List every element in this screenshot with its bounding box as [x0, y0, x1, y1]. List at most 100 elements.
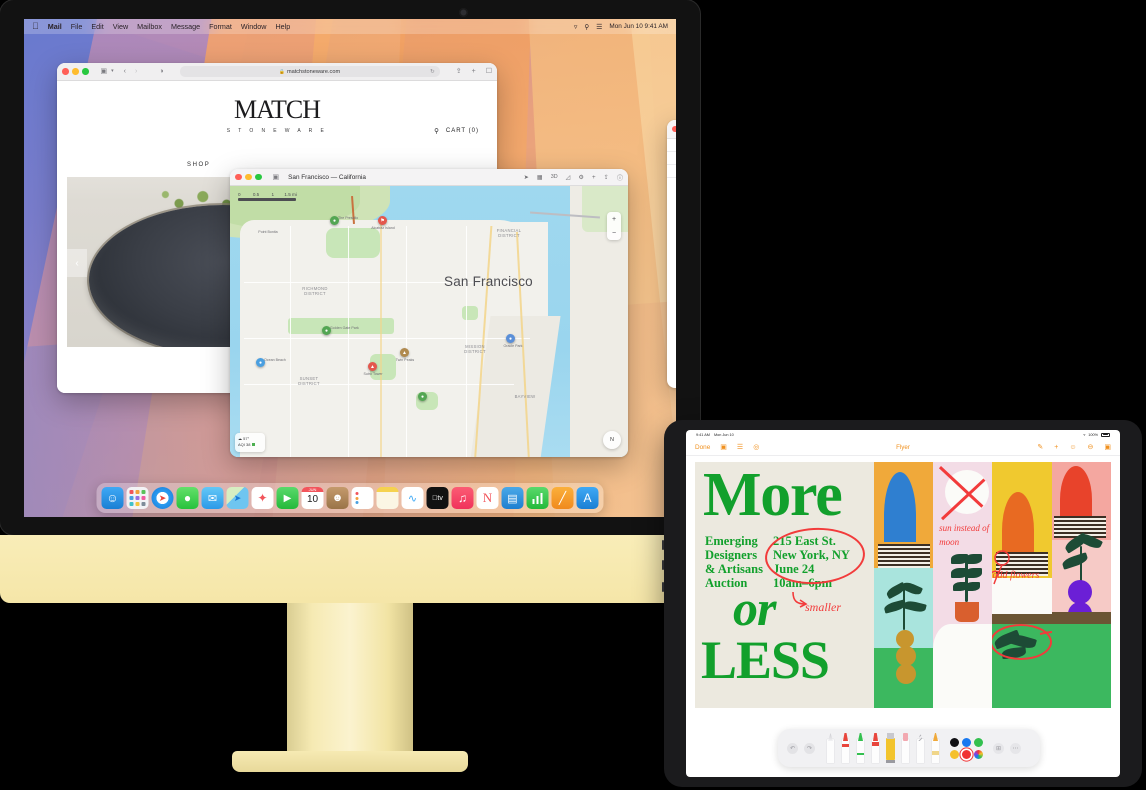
- maps-toolbar[interactable]: ➤ ▦ 3D ◿ ⚙ + ⇪ ⓘ: [524, 173, 623, 182]
- carousel-prev-button[interactable]: ‹: [67, 249, 87, 277]
- close-button[interactable]: [62, 68, 69, 75]
- swatch-black[interactable]: [950, 737, 959, 747]
- ipad-power-button[interactable]: [662, 582, 664, 592]
- macos-menu-bar[interactable]:  Mail File Edit View Mailbox Message Fo…: [24, 19, 676, 34]
- menu-item-mailbox[interactable]: Mailbox: [137, 22, 162, 31]
- tool-crayon[interactable]: [871, 733, 880, 763]
- zoom-icon[interactable]: ⊖: [1088, 443, 1094, 451]
- map-weather-badge[interactable]: ☁ 57° AQI 38: [235, 433, 265, 452]
- tool-pencil[interactable]: [931, 733, 940, 763]
- markup-toolbar[interactable]: ↶ ↷ ⊞ ⋯: [778, 729, 1040, 767]
- reload-icon[interactable]: ↻: [430, 69, 435, 75]
- menu-item-message[interactable]: Message: [171, 22, 200, 31]
- zoom-in-button[interactable]: +: [612, 216, 616, 223]
- menu-item-view[interactable]: View: [113, 22, 128, 31]
- mail-body[interactable]: Hi Ashley, Nice job on the flyer. I have…: [667, 178, 676, 234]
- maximize-button[interactable]: [255, 173, 262, 181]
- mail-titlebar[interactable]: ➤ ▦▾ ↶ 📎 ▣ Aa ☺ ◫▾ ◉: [667, 120, 676, 139]
- swatch-green[interactable]: [974, 737, 983, 747]
- dock-item-news[interactable]: N: [476, 487, 499, 509]
- map-pin-sutro[interactable]: ▲: [368, 362, 377, 371]
- menu-bar-clock[interactable]: Mon Jun 10 9:41 AM: [609, 23, 668, 30]
- dock-item-apple-tv[interactable]: tv: [426, 487, 449, 509]
- close-button[interactable]: [235, 173, 242, 181]
- dock-item-reminders[interactable]: [351, 487, 374, 509]
- menu-item-help[interactable]: Help: [275, 22, 290, 31]
- ipad-volume-down-button[interactable]: [662, 560, 664, 570]
- undo-icon[interactable]: ↶: [787, 742, 798, 754]
- chevron-down-icon[interactable]: ▾: [111, 69, 114, 74]
- cart-label[interactable]: CART (0): [446, 128, 479, 134]
- collaborate-icon[interactable]: ☺: [1069, 444, 1076, 451]
- maximize-button[interactable]: [82, 68, 89, 75]
- dock-item-safari[interactable]: ➤: [151, 487, 174, 509]
- color-swatches[interactable]: [950, 737, 983, 759]
- dock-item-photos[interactable]: ✦: [251, 487, 274, 509]
- sidebar-icon[interactable]: ▣: [273, 174, 280, 181]
- list-icon[interactable]: ☰: [737, 443, 743, 451]
- window-controls[interactable]: [235, 173, 262, 181]
- ipad-flyer-canvas[interactable]: More Emerging Designers & Artisans Aucti…: [695, 462, 1111, 708]
- mail-cc-field[interactable]: Cc:: [667, 152, 676, 165]
- plus-icon[interactable]: +: [472, 68, 476, 75]
- menu-item-format[interactable]: Format: [209, 22, 232, 31]
- cart-area[interactable]: ⚲ CART (0): [434, 127, 479, 135]
- markup-icon[interactable]: ✎: [1037, 443, 1043, 451]
- add-shape-icon[interactable]: ⊞: [993, 742, 1004, 754]
- done-button[interactable]: Done: [695, 444, 710, 451]
- dock-item-mail[interactable]: ✉: [201, 487, 224, 509]
- swatch-yellow[interactable]: [950, 749, 959, 759]
- wifi-icon[interactable]: ▿: [574, 23, 578, 31]
- dock-item-numbers[interactable]: [526, 487, 549, 509]
- map-compass[interactable]: N: [603, 431, 621, 449]
- macos-dock[interactable]: ☺ ➤ ● ✉ ➤ ✦ ▶ JUN 10 ☻ ∿ tv ♫ N ▤ ╱ A: [96, 483, 604, 513]
- menu-item-edit[interactable]: Edit: [91, 22, 103, 31]
- dock-item-facetime[interactable]: ▶: [276, 487, 299, 509]
- more-options-icon[interactable]: ⋯: [1010, 742, 1021, 754]
- swatch-blue[interactable]: [962, 737, 971, 747]
- dock-item-messages[interactable]: ●: [176, 487, 199, 509]
- tool-eraser[interactable]: [901, 733, 910, 763]
- look-around-icon[interactable]: ▦: [537, 174, 543, 181]
- close-button[interactable]: [672, 125, 676, 133]
- search-icon[interactable]: ⚲: [434, 127, 440, 135]
- swatch-red-selected[interactable]: [962, 749, 971, 759]
- map-canvas[interactable]: 0 0.5 1 1.5 mi San Francisco RICHMOND DI…: [230, 186, 628, 457]
- apple-menu-icon[interactable]: : [32, 22, 39, 31]
- chevron-right-icon[interactable]: ›: [135, 68, 137, 75]
- info-icon[interactable]: ⓘ: [617, 173, 623, 182]
- address-bar[interactable]: 🔒 matchstoneware.com ↻: [179, 66, 440, 77]
- menu-item-window[interactable]: Window: [241, 22, 267, 31]
- share-icon[interactable]: ⇪: [456, 68, 462, 75]
- dock-item-maps[interactable]: ➤: [226, 487, 249, 509]
- swatch-color-wheel[interactable]: [974, 749, 983, 759]
- mail-subject-field[interactable]: Subject: Flyer feedback: [667, 165, 676, 178]
- tool-highlighter[interactable]: [856, 733, 865, 763]
- mail-to-field[interactable]: To: Ashley Kamin ▾: [667, 139, 676, 152]
- reader-view-icon[interactable]: ◑: [159, 68, 163, 75]
- binoculars-icon[interactable]: ◿: [566, 174, 571, 181]
- map-zoom-controls[interactable]: + −: [607, 212, 621, 240]
- tool-marker[interactable]: [841, 733, 850, 763]
- sidebar-icon[interactable]: ▣: [720, 443, 727, 451]
- ipad-toolbar-right[interactable]: ✎ + ☺ ⊖ ▣: [1037, 443, 1111, 452]
- zoom-out-button[interactable]: −: [612, 230, 616, 237]
- window-controls[interactable]: [62, 68, 89, 75]
- dock-item-launchpad[interactable]: [126, 487, 149, 509]
- share-icon[interactable]: ➤: [524, 174, 529, 181]
- pointer-icon[interactable]: ◎: [753, 443, 759, 451]
- settings-icon[interactable]: ⚙: [578, 174, 584, 181]
- insert-icon[interactable]: +: [1054, 444, 1058, 451]
- redo-icon[interactable]: ↷: [804, 742, 815, 754]
- safari-titlebar[interactable]: ▣ ▾ ‹ › ◑ 🔒 matchstoneware.com ↻ ⇪ + ☐: [57, 63, 497, 81]
- maps-titlebar[interactable]: ▣ San Francisco — California ➤ ▦ 3D ◿ ⚙ …: [230, 169, 628, 186]
- plus-icon[interactable]: +: [592, 174, 596, 181]
- tab-overview-icon[interactable]: ☐: [486, 68, 492, 75]
- dock-item-contacts[interactable]: ☻: [326, 487, 349, 509]
- dock-item-freeform[interactable]: ∿: [401, 487, 424, 509]
- dock-item-app-store[interactable]: A: [576, 487, 599, 509]
- mail-compose-window[interactable]: ➤ ▦▾ ↶ 📎 ▣ Aa ☺ ◫▾ ◉ To:: [667, 120, 676, 388]
- sidebar-icon[interactable]: ▣: [101, 68, 108, 75]
- tool-pen[interactable]: [826, 733, 835, 763]
- minimize-button[interactable]: [245, 173, 252, 181]
